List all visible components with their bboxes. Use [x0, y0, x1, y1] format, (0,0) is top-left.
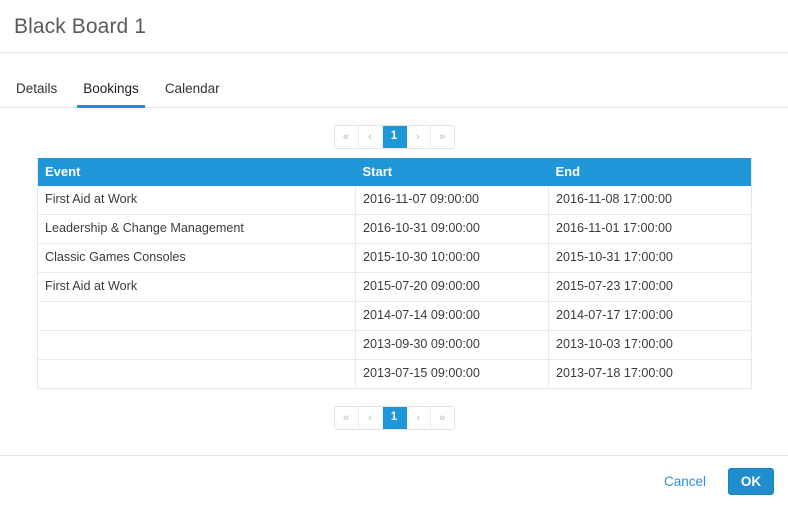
pagination-top: « ‹ 1 › »: [333, 125, 455, 149]
cell-start: 2015-10-30 10:00:00: [355, 243, 549, 273]
pagination-bottom: « ‹ 1 › »: [333, 406, 455, 430]
table-row[interactable]: 2013-07-15 09:00:00 2013-07-18 17:00:00: [37, 359, 752, 389]
dialog-footer: Cancel OK: [0, 455, 788, 507]
ok-button[interactable]: OK: [728, 468, 774, 495]
cell-end: 2013-10-03 17:00:00: [548, 330, 752, 360]
cell-event: [37, 359, 356, 389]
column-header-start[interactable]: Start: [355, 158, 549, 186]
table-row[interactable]: Classic Games Consoles 2015-10-30 10:00:…: [37, 243, 752, 273]
pagination-prev-button[interactable]: ‹: [358, 407, 383, 429]
pagination-bottom-row: « ‹ 1 › »: [0, 389, 788, 439]
column-header-event[interactable]: Event: [37, 158, 356, 186]
dialog-body: « ‹ 1 › » Event Start End First Aid at W…: [0, 108, 788, 439]
column-header-end[interactable]: End: [548, 158, 752, 186]
pagination-first-button[interactable]: «: [334, 407, 359, 429]
cell-event: First Aid at Work: [37, 272, 356, 302]
page-title: Black Board 1: [14, 14, 147, 38]
pagination-page-1-button[interactable]: 1: [382, 407, 407, 429]
table-row[interactable]: First Aid at Work 2016-11-07 09:00:00 20…: [37, 186, 752, 215]
pagination-top-row: « ‹ 1 › »: [0, 108, 788, 158]
cell-event: [37, 330, 356, 360]
cell-event: [37, 301, 356, 331]
cell-end: 2015-10-31 17:00:00: [548, 243, 752, 273]
pagination-last-button[interactable]: »: [430, 126, 454, 148]
booking-dialog: Black Board 1 Details Bookings Calendar …: [0, 0, 788, 507]
pagination-page-1-button[interactable]: 1: [382, 126, 407, 148]
pagination-prev-button[interactable]: ‹: [358, 126, 383, 148]
table-header-row: Event Start End: [37, 158, 752, 186]
cell-end: 2016-11-08 17:00:00: [548, 186, 752, 215]
tab-bar: Details Bookings Calendar: [0, 53, 788, 108]
cell-end: 2016-11-01 17:00:00: [548, 214, 752, 244]
pagination-first-button[interactable]: «: [334, 126, 359, 148]
dialog-header: Black Board 1: [0, 0, 788, 53]
table-row[interactable]: First Aid at Work 2015-07-20 09:00:00 20…: [37, 272, 752, 302]
cell-end: 2013-07-18 17:00:00: [548, 359, 752, 389]
tab-bookings[interactable]: Bookings: [73, 81, 149, 108]
bookings-table-body: First Aid at Work 2016-11-07 09:00:00 20…: [37, 186, 752, 389]
pagination-last-button[interactable]: »: [430, 407, 454, 429]
cell-start: 2014-07-14 09:00:00: [355, 301, 549, 331]
bookings-table-wrapper: Event Start End First Aid at Work 2016-1…: [0, 158, 788, 389]
cell-start: 2016-11-07 09:00:00: [355, 186, 549, 215]
cell-end: 2014-07-17 17:00:00: [548, 301, 752, 331]
bookings-table-head: Event Start End: [37, 158, 752, 186]
table-row[interactable]: 2013-09-30 09:00:00 2013-10-03 17:00:00: [37, 330, 752, 360]
cell-event: Leadership & Change Management: [37, 214, 356, 244]
cell-start: 2013-09-30 09:00:00: [355, 330, 549, 360]
pagination-next-button[interactable]: ›: [406, 126, 431, 148]
pagination-next-button[interactable]: ›: [406, 407, 431, 429]
cell-event: First Aid at Work: [37, 186, 356, 215]
tab-calendar[interactable]: Calendar: [155, 81, 230, 108]
cell-start: 2016-10-31 09:00:00: [355, 214, 549, 244]
cell-start: 2013-07-15 09:00:00: [355, 359, 549, 389]
cell-event: Classic Games Consoles: [37, 243, 356, 273]
cancel-button[interactable]: Cancel: [656, 468, 714, 495]
cell-start: 2015-07-20 09:00:00: [355, 272, 549, 302]
cell-end: 2015-07-23 17:00:00: [548, 272, 752, 302]
tab-details[interactable]: Details: [6, 81, 67, 108]
bookings-table: Event Start End First Aid at Work 2016-1…: [37, 158, 752, 389]
table-row[interactable]: 2014-07-14 09:00:00 2014-07-17 17:00:00: [37, 301, 752, 331]
table-row[interactable]: Leadership & Change Management 2016-10-3…: [37, 214, 752, 244]
